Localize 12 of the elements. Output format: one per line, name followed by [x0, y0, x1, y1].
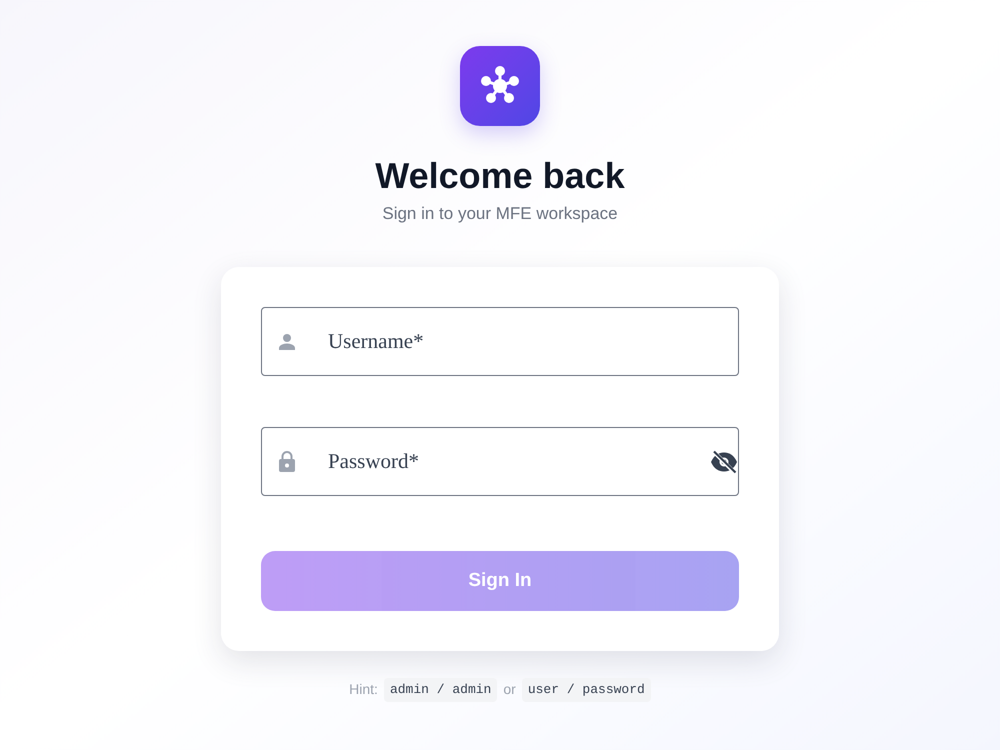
lock-icon: [279, 451, 295, 472]
subtitle-text: Sign in to your MFE workspace: [382, 203, 618, 225]
hint-label: Hint:: [349, 680, 378, 700]
username-field[interactable]: Username*: [261, 307, 739, 376]
credentials-code: admin / admin: [384, 678, 498, 702]
network-logo-icon: [460, 46, 540, 126]
or-text: or: [503, 680, 516, 700]
credentials-code: user / password: [522, 678, 651, 702]
welcome-title: Welcome back: [375, 154, 625, 198]
eye-slash-icon[interactable]: [710, 450, 738, 474]
password-field[interactable]: Password*: [261, 427, 739, 496]
person-icon: [279, 334, 295, 350]
